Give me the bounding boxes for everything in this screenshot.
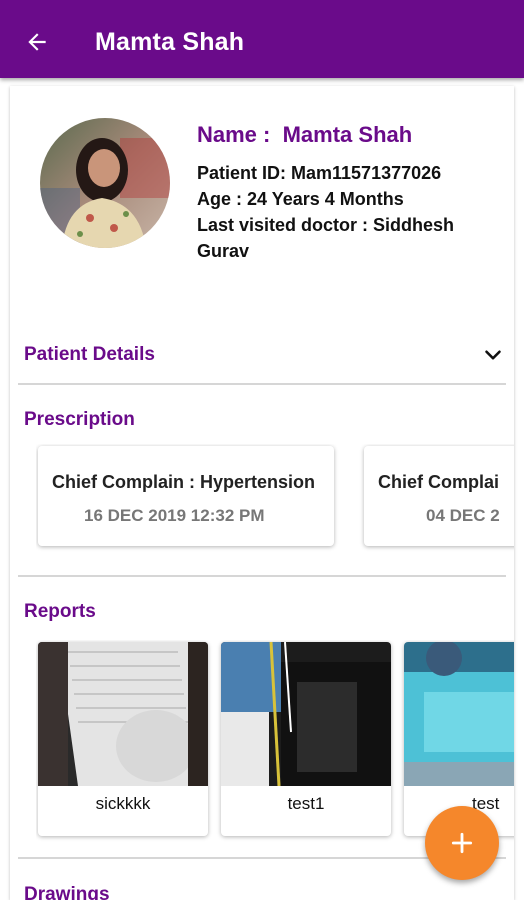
prescription-header: Prescription — [24, 409, 135, 430]
prescription-card[interactable]: Chief Complain : Hypertension 16 DEC 201… — [38, 446, 334, 546]
chief-complain: Chief Complai — [378, 472, 500, 492]
drawings-header: Drawings — [24, 884, 110, 900]
page-title: Mamta Shah — [95, 28, 245, 56]
name-label: Name : — [197, 122, 271, 147]
patient-id: Patient ID: Mam11571377026 — [197, 163, 442, 183]
patient-age: Age : 24 Years 4 Months — [197, 189, 404, 209]
report-card[interactable]: test1 — [221, 642, 391, 836]
patient-name: Name : Mamta Shah — [197, 122, 497, 148]
plus-icon — [451, 832, 473, 854]
patient-info: Name : Mamta Shah Patient ID: Mam1157137… — [197, 122, 497, 264]
divider — [18, 575, 506, 577]
divider — [18, 383, 506, 385]
add-button[interactable] — [425, 806, 499, 880]
report-card[interactable]: sickkkk — [38, 642, 208, 836]
reports-header: Reports — [24, 601, 96, 622]
prescription-date: 04 DEC 2 — [426, 506, 500, 525]
arrow-left-icon — [28, 33, 46, 51]
report-thumbnail — [221, 642, 391, 786]
prescription-card[interactable]: Chief Complai 04 DEC 2 — [364, 446, 514, 546]
patient-card: Name : Mamta Shah Patient ID: Mam1157137… — [10, 86, 514, 900]
report-thumbnail — [404, 642, 514, 786]
prescription-list[interactable]: Chief Complain : Hypertension 16 DEC 201… — [36, 444, 514, 554]
chevron-down-icon[interactable] — [480, 342, 506, 368]
last-visited-doctor: Last visited doctor : Siddhesh Gurav — [197, 215, 455, 261]
back-button[interactable] — [22, 27, 52, 57]
patient-avatar — [40, 118, 170, 248]
app-bar: Mamta Shah — [0, 0, 524, 78]
report-caption: test1 — [287, 794, 325, 813]
name-value: Mamta Shah — [282, 122, 413, 147]
report-thumbnail — [38, 642, 208, 786]
report-caption: sickkkk — [95, 794, 151, 813]
patient-details-header[interactable]: Patient Details — [24, 344, 155, 366]
prescription-date: 16 DEC 2019 12:32 PM — [84, 506, 265, 525]
chief-complain: Chief Complain : Hypertension — [52, 472, 316, 492]
